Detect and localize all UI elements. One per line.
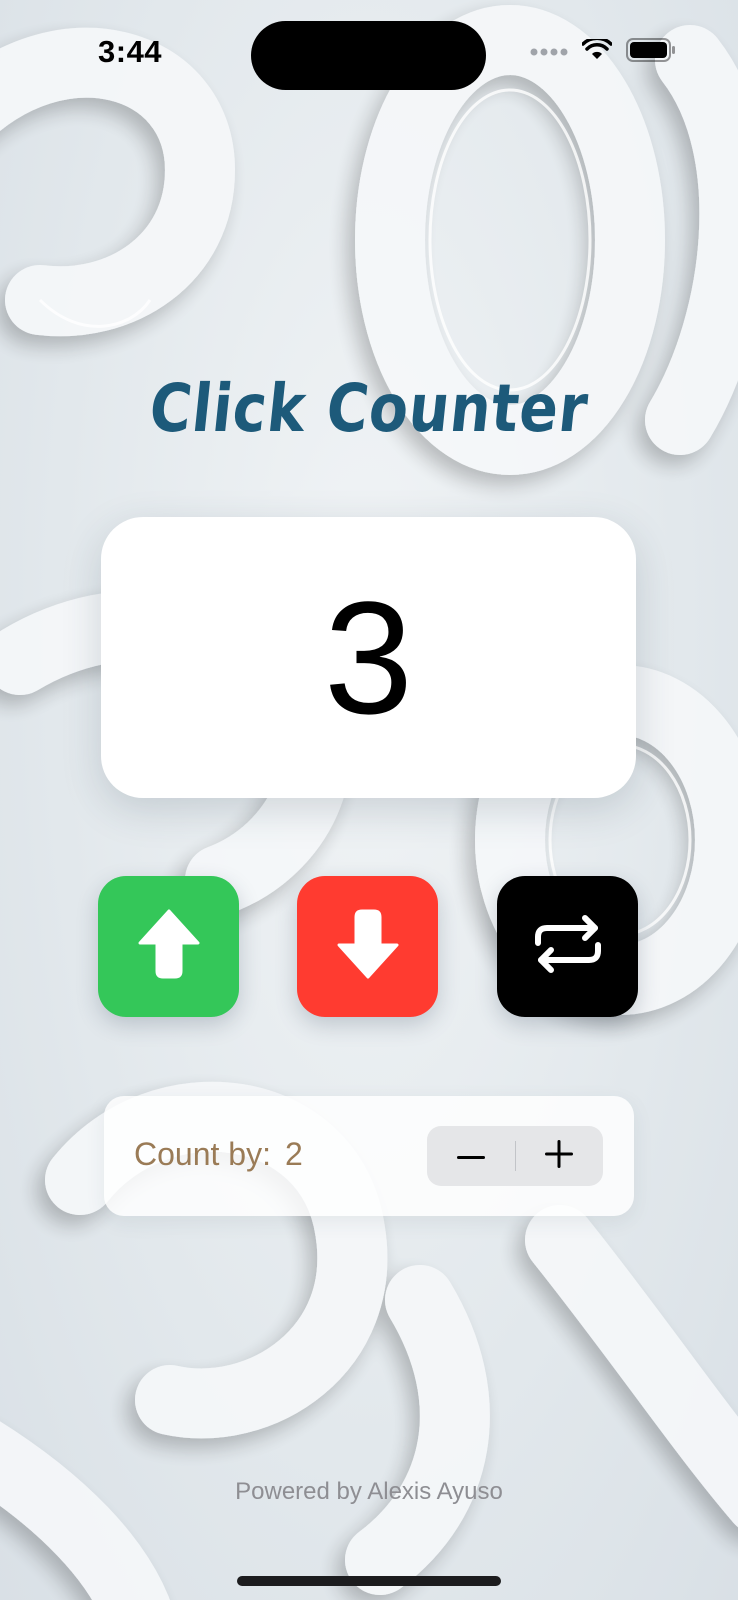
footer-credit: Powered by Alexis Ayuso [235, 1478, 503, 1505]
repeat-icon [533, 915, 603, 978]
count-by-stepper [427, 1126, 603, 1186]
wifi-icon [581, 36, 613, 66]
count-by-text: Count by: [134, 1136, 271, 1172]
counter-value: 3 [324, 567, 413, 747]
minus-icon [456, 1147, 485, 1165]
home-indicator[interactable] [237, 1576, 501, 1586]
page-title: Click Counter [145, 370, 593, 447]
status-icons [530, 36, 676, 67]
status-time: 3:44 [98, 34, 163, 69]
stepper-decrement-button[interactable] [427, 1126, 515, 1186]
battery-icon [626, 38, 676, 67]
plus-icon [545, 1139, 574, 1173]
count-by-value: 2 [284, 1136, 303, 1172]
counter-display: 3 [101, 517, 636, 798]
count-by-label: Count by: 2 [134, 1136, 303, 1173]
increment-button[interactable] [98, 876, 239, 1017]
stepper-increment-button[interactable] [516, 1126, 604, 1186]
dynamic-island [251, 21, 486, 90]
decrement-button[interactable] [297, 876, 438, 1017]
reset-button[interactable] [497, 876, 638, 1017]
arrow-up-icon [138, 909, 200, 984]
cellular-signal-icon [530, 44, 568, 62]
arrow-down-icon [337, 909, 399, 984]
count-by-card: Count by: 2 [104, 1096, 634, 1216]
background-pattern [0, 0, 738, 1600]
